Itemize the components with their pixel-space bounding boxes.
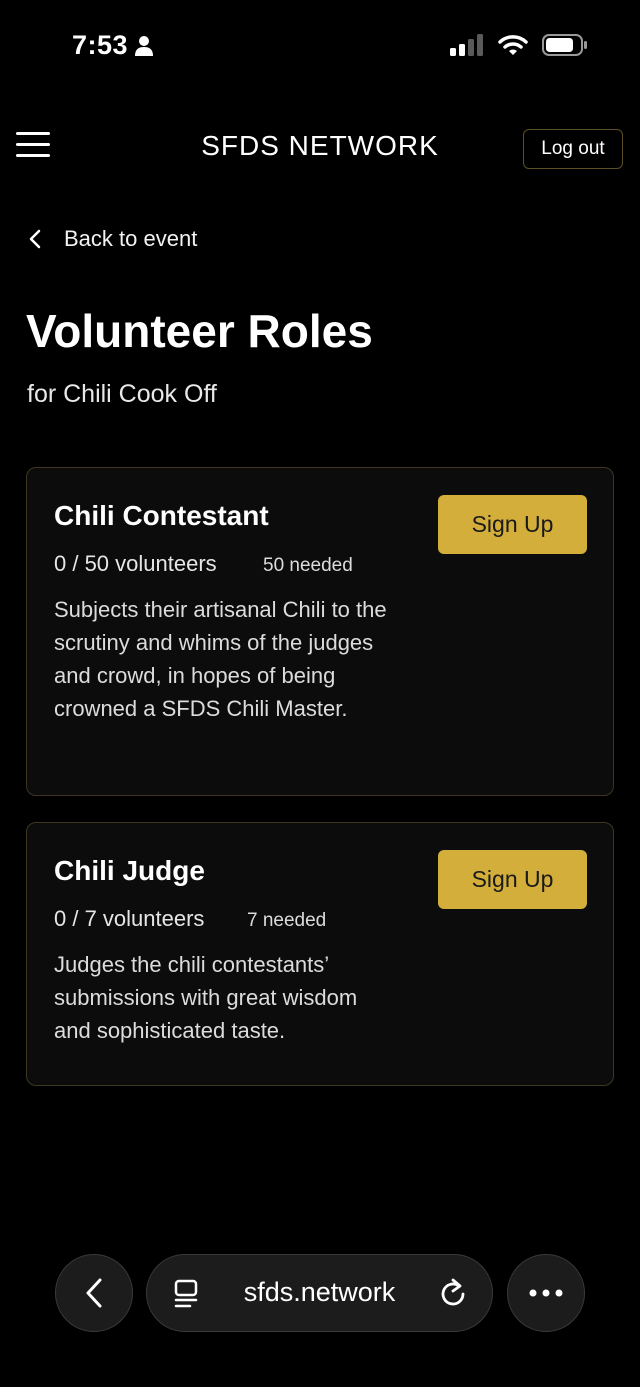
ellipsis-icon <box>529 1289 563 1297</box>
more-options-button[interactable] <box>507 1254 585 1332</box>
status-time: 7:53 <box>72 30 129 60</box>
role-needed-count: 50 needed <box>263 555 353 576</box>
status-icons <box>450 34 588 61</box>
role-card: Chili Contestant 0 / 50 volunteers 50 ne… <box>26 467 614 796</box>
battery-icon <box>542 34 588 61</box>
chevron-left-icon <box>86 1278 102 1308</box>
sign-up-button[interactable]: Sign Up <box>438 495 587 554</box>
role-description: Judges the chili contestants’ submission… <box>54 952 358 1043</box>
address-bar[interactable]: sfds.network <box>146 1254 493 1332</box>
status-bar: 7:53 <box>0 0 640 90</box>
site-header: SFDS NETWORK Log out <box>0 118 640 178</box>
page: 7:53 SFDS NETWORK Log out Back to event … <box>0 0 640 1387</box>
role-description: Subjects their artisanal Chili to the sc… <box>54 597 387 721</box>
role-card: Chili Judge 0 / 7 volunteers 7 needed Ju… <box>26 822 614 1086</box>
role-needed-count: 7 needed <box>247 910 327 931</box>
browser-back-button[interactable] <box>55 1254 133 1332</box>
role-name: Chili Judge <box>54 855 205 886</box>
back-to-event-link[interactable]: Back to event <box>28 226 197 252</box>
sign-up-button[interactable]: Sign Up <box>438 850 587 909</box>
cellular-signal-icon <box>450 34 484 61</box>
logout-button[interactable]: Log out <box>523 129 623 169</box>
person-icon <box>134 35 154 57</box>
page-subtitle: for Chili Cook Off <box>27 380 217 408</box>
status-time-group: 7:53 <box>72 30 154 61</box>
role-volunteer-count: 0 / 50 volunteers <box>54 551 217 576</box>
chevron-left-icon <box>29 229 41 249</box>
page-title: Volunteer Roles <box>26 305 373 357</box>
back-link-label: Back to event <box>64 226 198 251</box>
role-name: Chili Contestant <box>54 500 269 531</box>
role-volunteer-count: 0 / 7 volunteers <box>54 906 205 931</box>
reload-icon[interactable] <box>438 1277 468 1309</box>
wifi-icon <box>498 34 528 61</box>
